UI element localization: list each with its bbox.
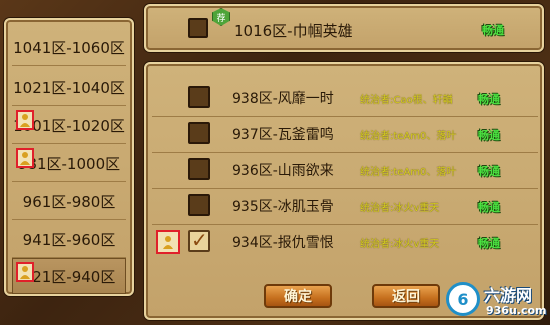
server-checkbox[interactable] <box>188 194 210 216</box>
row-divider <box>152 224 538 225</box>
server-checkbox[interactable] <box>188 122 210 144</box>
server-ruler: 统治者:Cao根、轩輶 <box>360 95 453 106</box>
recommended-tag-text: 荐 <box>216 13 226 24</box>
player-marker-icon <box>156 230 180 254</box>
server-status: 畅通 <box>478 129 500 142</box>
server-status: 畅通 <box>478 201 500 214</box>
row-divider <box>152 188 538 189</box>
region-label: 1041区-1060区 <box>13 39 125 57</box>
player-marker-icon <box>16 148 34 168</box>
confirm-button[interactable]: 确定 <box>264 284 332 308</box>
server-checkbox[interactable] <box>188 86 210 108</box>
region-label: 1021区-1040区 <box>13 79 125 97</box>
region-label: 961区-980区 <box>22 193 116 211</box>
server-name: 934区-报仇雪恨 <box>232 235 334 251</box>
server-name: 937区-瓦釜雷鸣 <box>232 127 334 143</box>
server-status: 畅通 <box>478 165 500 178</box>
server-row[interactable]: 937区-瓦釜雷鸣 统治者:teAm0、落叶 畅通 <box>152 118 538 153</box>
row-divider <box>152 116 538 117</box>
region-label: 941区-960区 <box>22 231 116 249</box>
player-marker-icon <box>16 110 34 130</box>
recommended-server-name[interactable]: 1016区-巾帼英雄 <box>234 20 353 41</box>
server-row[interactable]: 935区-冰肌玉骨 统治者:冰火v重天 畅通 <box>152 190 538 225</box>
region-item[interactable]: 961区-980区 <box>12 184 126 220</box>
server-ruler: 统治者:teAm0、落叶 <box>360 167 457 178</box>
server-checkbox-checked[interactable]: ✓ <box>188 228 210 252</box>
server-ruler: 统治者:冰火v重天 <box>360 203 440 214</box>
watermark-logo: 6 <box>446 282 480 316</box>
server-status: 畅通 <box>478 237 500 250</box>
row-divider <box>152 152 538 153</box>
watermark-url: 936u.com <box>486 304 547 317</box>
server-row-selected[interactable]: ✓ 934区-报仇雪恨 统治者:冰火v重天 畅通 <box>152 226 538 256</box>
player-marker-icon <box>16 262 34 282</box>
checkmark-icon: ✓ <box>191 228 208 252</box>
server-row[interactable]: 938区-风靡一时 统治者:Cao根、轩輶 畅通 <box>152 82 538 117</box>
back-button[interactable]: 返回 <box>372 284 440 308</box>
server-name: 936区-山雨欲来 <box>232 163 334 179</box>
region-label: 921区-940区 <box>22 267 116 286</box>
server-checkbox[interactable] <box>188 158 210 180</box>
server-status: 畅通 <box>482 24 504 37</box>
region-item[interactable]: 1041区-1060区 <box>12 30 126 66</box>
site-watermark: 6 六游网 936u.com <box>446 280 550 324</box>
region-item[interactable]: 941区-960区 <box>12 222 126 258</box>
server-ruler: 统治者:teAm0、落叶 <box>360 131 457 142</box>
recommended-server-bar: 荐 1016区-巾帼英雄 畅通 <box>144 4 544 52</box>
server-row[interactable]: 936区-山雨欲来 统治者:teAm0、落叶 畅通 <box>152 154 538 189</box>
recommended-tag-icon: 荐 <box>212 8 230 26</box>
region-list-panel: 1041区-1060区 1021区-1040区 1001区-1020区 981区… <box>4 18 134 296</box>
server-ruler: 统治者:冰火v重天 <box>360 239 440 250</box>
server-name: 935区-冰肌玉骨 <box>232 199 334 215</box>
recommended-server-checkbox[interactable] <box>188 18 208 38</box>
server-status: 畅通 <box>478 93 500 106</box>
server-name: 938区-风靡一时 <box>232 91 334 107</box>
watermark-name: 六游网 <box>484 286 533 305</box>
region-item[interactable]: 1021区-1040区 <box>12 70 126 106</box>
